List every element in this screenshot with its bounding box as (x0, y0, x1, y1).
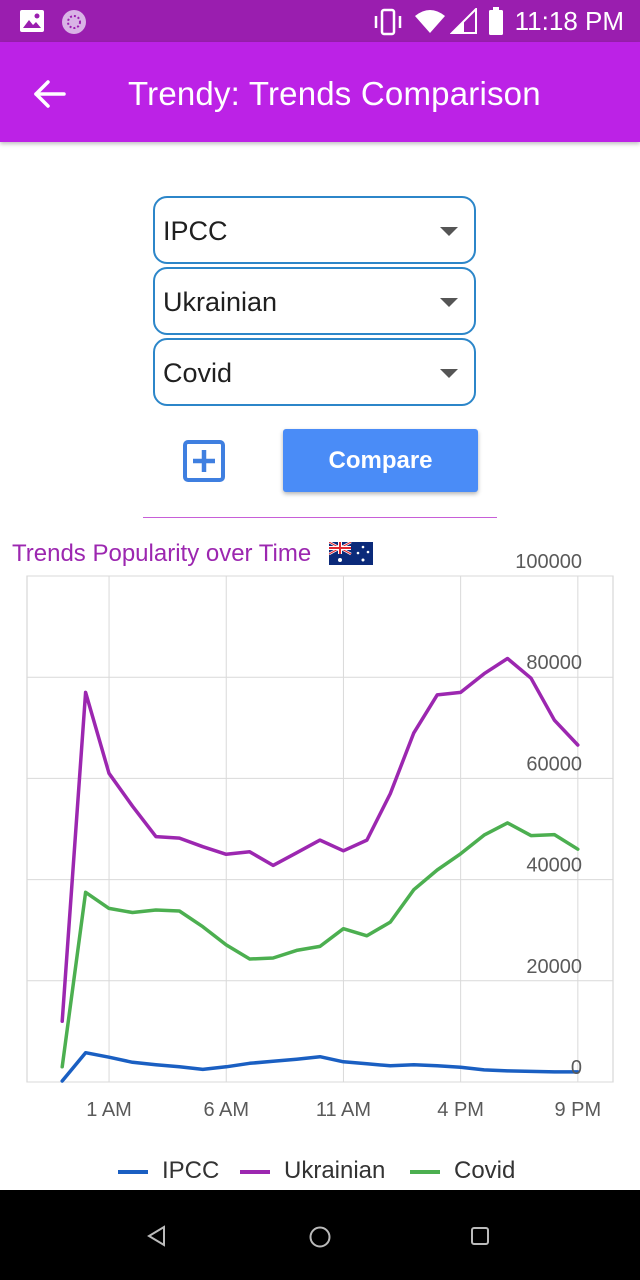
chevron-down-icon (440, 298, 458, 307)
x-tick-label: 6 AM (203, 1099, 249, 1121)
trend-select-value: Covid (163, 358, 233, 388)
y-tick-label: 20000 (526, 956, 582, 978)
y-tick-label: 80000 (526, 652, 582, 674)
y-tick-label: 100000 (515, 551, 582, 573)
legend-swatch-covid (410, 1170, 440, 1174)
series-line-ipcc (60, 1050, 580, 1083)
x-tick-label: 4 PM (437, 1099, 484, 1121)
app-bar: Trendy: Trends Comparison (0, 42, 640, 142)
signal-icon (450, 8, 477, 34)
y-tick-label: 40000 (526, 855, 582, 877)
page-title: Trendy: Trends Comparison (128, 75, 541, 112)
image-notification-icon (20, 10, 44, 32)
trend-select-2[interactable]: Ukrainian (153, 267, 476, 335)
battery-icon (489, 7, 503, 35)
legend-label-ukrainian: Ukrainian (284, 1157, 386, 1184)
chart-legend: IPCC Ukrainian Covid (0, 1154, 640, 1188)
back-nav-icon[interactable] (146, 1225, 168, 1247)
add-trend-icon[interactable] (183, 440, 225, 482)
wifi-icon (415, 10, 445, 33)
back-arrow-icon[interactable] (28, 72, 72, 116)
vibrate-icon (374, 8, 402, 36)
navigation-bar (0, 1190, 640, 1280)
legend-label-ipcc: IPCC (162, 1157, 220, 1184)
x-tick-label: 9 PM (554, 1099, 601, 1121)
legend-swatch-ipcc (118, 1170, 148, 1174)
legend-swatch-ukrainian (240, 1170, 270, 1174)
trend-select-1[interactable]: IPCC (153, 196, 476, 264)
trend-select-value: IPCC (163, 216, 228, 246)
series-line-covid (60, 821, 580, 1069)
series-line-ukrainian (60, 656, 580, 1024)
compare-button[interactable]: Compare (283, 429, 478, 492)
y-tick-label: 60000 (526, 753, 582, 775)
chevron-down-icon (440, 369, 458, 378)
plot-area (26, 575, 614, 1083)
divider (143, 517, 497, 518)
australia-flag-icon (329, 542, 373, 565)
trend-select-value: Ukrainian (163, 287, 278, 317)
chevron-down-icon (440, 227, 458, 236)
status-time: 11:18 PM (514, 6, 624, 36)
status-bar: 11:18 PM (0, 0, 640, 42)
legend-label-covid: Covid (454, 1157, 516, 1184)
x-tick-label: 1 AM (86, 1099, 132, 1121)
chart-title: Trends Popularity over Time (12, 540, 312, 567)
app-notification-icon (62, 10, 86, 34)
trend-select-3[interactable]: Covid (153, 338, 476, 406)
recents-nav-icon[interactable] (470, 1226, 490, 1246)
trends-chart: 0 20000 40000 60000 80000 100000 1 AM 6 AM 11 AM… (26, 551, 614, 1121)
y-tick-label: 0 (571, 1057, 582, 1079)
x-tick-label: 11 AM (316, 1099, 371, 1121)
home-nav-icon[interactable] (308, 1225, 332, 1249)
